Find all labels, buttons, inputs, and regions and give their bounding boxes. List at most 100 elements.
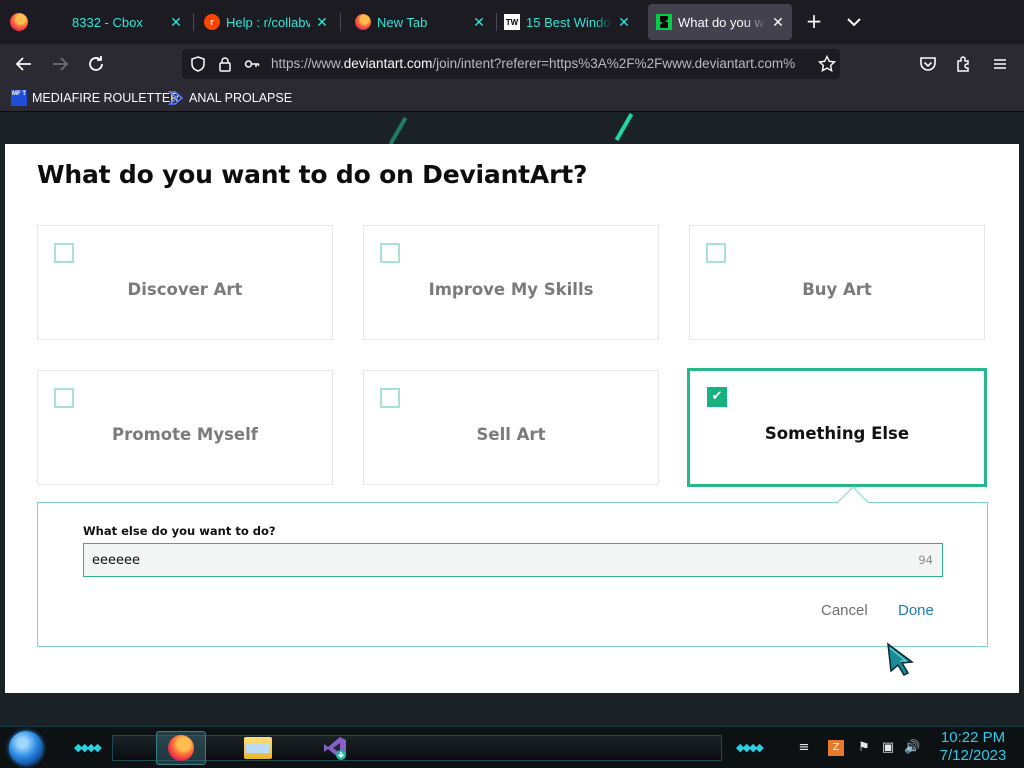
option-label: Discover Art [127,280,243,299]
tab-title: Help : r/collabvm [226,14,310,30]
bookmark-label: MEDIAFIRE ROULETTER [32,91,180,105]
close-tab-icon[interactable]: ✕ [770,14,786,31]
checkbox[interactable] [54,388,74,408]
firefox-icon [168,735,194,761]
shield-icon[interactable] [190,56,206,72]
extensions-button[interactable] [952,52,976,76]
clock-date: 7/12/2023 [939,747,1007,764]
taskbar-app-firefox[interactable] [156,731,206,765]
lock-icon[interactable] [217,56,233,72]
action-center-flag-icon[interactable]: ⚑ [856,740,872,756]
folder-icon [244,737,272,759]
system-clock[interactable]: 10:22 PM 7/12/2023 [930,729,1016,765]
checkmark-icon: ✔ [711,389,723,404]
close-tab-icon[interactable]: ✕ [168,14,184,31]
reload-icon [89,56,103,71]
url-text[interactable]: https://www.deviantart.com/join/intent?r… [271,56,801,71]
forward-button[interactable] [48,52,72,76]
mediafire-icon: MF T [11,90,27,106]
done-button[interactable]: Done [898,602,934,619]
checkbox[interactable] [706,243,726,263]
bookmark-mediafire-rouletter[interactable]: MF T MEDIAFIRE ROULETTER [11,89,179,107]
taskbar-app-visual-studio-installer[interactable] [310,731,360,765]
close-tab-icon[interactable]: ✕ [616,14,632,31]
url-domain: deviantart.com [343,56,433,71]
key-permissions-icon[interactable] [244,56,260,72]
hamburger-menu-icon [994,59,1006,69]
intent-modal: What do you want to do on DeviantArt? Di… [5,144,1019,693]
option-discover-art[interactable]: Discover Art [37,225,333,340]
tray-app-icon[interactable]: Z [828,740,844,756]
taskbar: ◆◆◆◆ ◆◆◆◆ ≡ Z ⚑ ▣ 🔊 10:22 PM 7/12/2023 [0,726,1024,768]
taskbar-app-file-explorer[interactable] [233,731,283,765]
option-promote-myself[interactable]: Promote Myself [37,370,333,485]
tab-strip: 8332 - Cbox ✕ r Help : r/collabvm ✕ New … [0,0,1024,44]
page-title: What do you want to do on DeviantArt? [37,160,588,189]
option-label: Buy Art [802,280,872,299]
volume-icon[interactable]: 🔊 [904,740,920,756]
bookmark-label: ANAL PROLAPSE [189,91,293,105]
bookmark-star-icon[interactable] [818,55,836,73]
tab-best-windows[interactable]: TW 15 Best Windows ✕ [498,4,638,40]
cancel-button[interactable]: Cancel [821,602,868,619]
checkbox[interactable] [54,243,74,263]
taskbar-decoration: ◆◆◆◆ [74,741,102,754]
tab-deviantart[interactable]: What do you wan ✕ [648,4,792,40]
tab-new-tab[interactable]: New Tab ✕ [347,4,493,40]
tab-title: 8332 - Cbox [72,14,143,30]
checkbox[interactable] [380,388,400,408]
tw-icon: TW [504,14,520,30]
deviantart-icon [656,14,672,30]
new-tab-button[interactable]: + [802,10,826,34]
bookmark-folder-icon [168,91,184,105]
reddit-icon: r [204,14,220,30]
url-prefix: https://www. [271,56,344,71]
input-value[interactable]: eeeeee [92,553,918,568]
option-label: Promote Myself [112,425,258,444]
something-else-panel: What else do you want to do? eeeeee 94 C… [37,502,988,647]
blank-favicon-icon [50,14,66,30]
option-improve-my-skills[interactable]: Improve My Skills [363,225,659,340]
bookmarks-toolbar: MF T MEDIAFIRE ROULETTER ANAL PROLAPSE [0,84,1024,112]
firefox-icon [355,14,371,30]
tab-separator [340,13,341,31]
firefox-menu-icon[interactable] [10,13,28,31]
start-button[interactable] [9,731,43,765]
character-counter: 94 [918,553,933,567]
address-bar[interactable]: https://www.deviantart.com/join/intent?r… [182,49,840,79]
pocket-button[interactable] [916,52,940,76]
app-menu-button[interactable] [988,52,1012,76]
tab-separator [193,13,194,31]
option-buy-art[interactable]: Buy Art [689,225,985,340]
back-button[interactable] [12,52,36,76]
puzzle-piece-icon [957,56,969,72]
background-streak [388,117,408,145]
option-sell-art[interactable]: Sell Art [363,370,659,485]
close-tab-icon[interactable]: ✕ [314,14,330,31]
reload-button[interactable] [84,52,108,76]
tab-title: New Tab [377,14,428,30]
option-label: Something Else [764,424,910,443]
checkbox[interactable] [380,243,400,263]
taskbar-decoration: ◆◆◆◆ [736,741,764,754]
close-tab-icon[interactable]: ✕ [471,14,487,31]
something-else-label: What else do you want to do? [83,524,276,538]
pocket-icon [920,57,936,71]
tab-title: What do you wan [678,14,766,30]
option-label: Improve My Skills [428,280,594,299]
list-all-tabs-button[interactable] [842,10,866,34]
tab-cbox[interactable]: 8332 - Cbox ✕ [42,4,190,40]
tab-title: 15 Best Windows [526,14,612,30]
visual-studio-installer-icon [324,737,346,760]
mouse-cursor-icon [887,642,914,676]
tab-separator [496,13,497,31]
tab-reddit[interactable]: r Help : r/collabvm ✕ [196,4,336,40]
page-viewport: What do you want to do on DeviantArt? Di… [0,112,1024,726]
something-else-input[interactable]: eeeeee 94 [83,543,943,577]
show-hidden-icons-icon[interactable]: ≡ [796,740,812,756]
checkbox-checked[interactable]: ✔ [707,387,727,407]
network-icon[interactable]: ▣ [880,740,896,756]
bookmark-anal-prolapse[interactable]: ANAL PROLAPSE [168,89,292,107]
background-streak [614,113,634,141]
option-something-else[interactable]: ✔ Something Else [687,368,987,487]
